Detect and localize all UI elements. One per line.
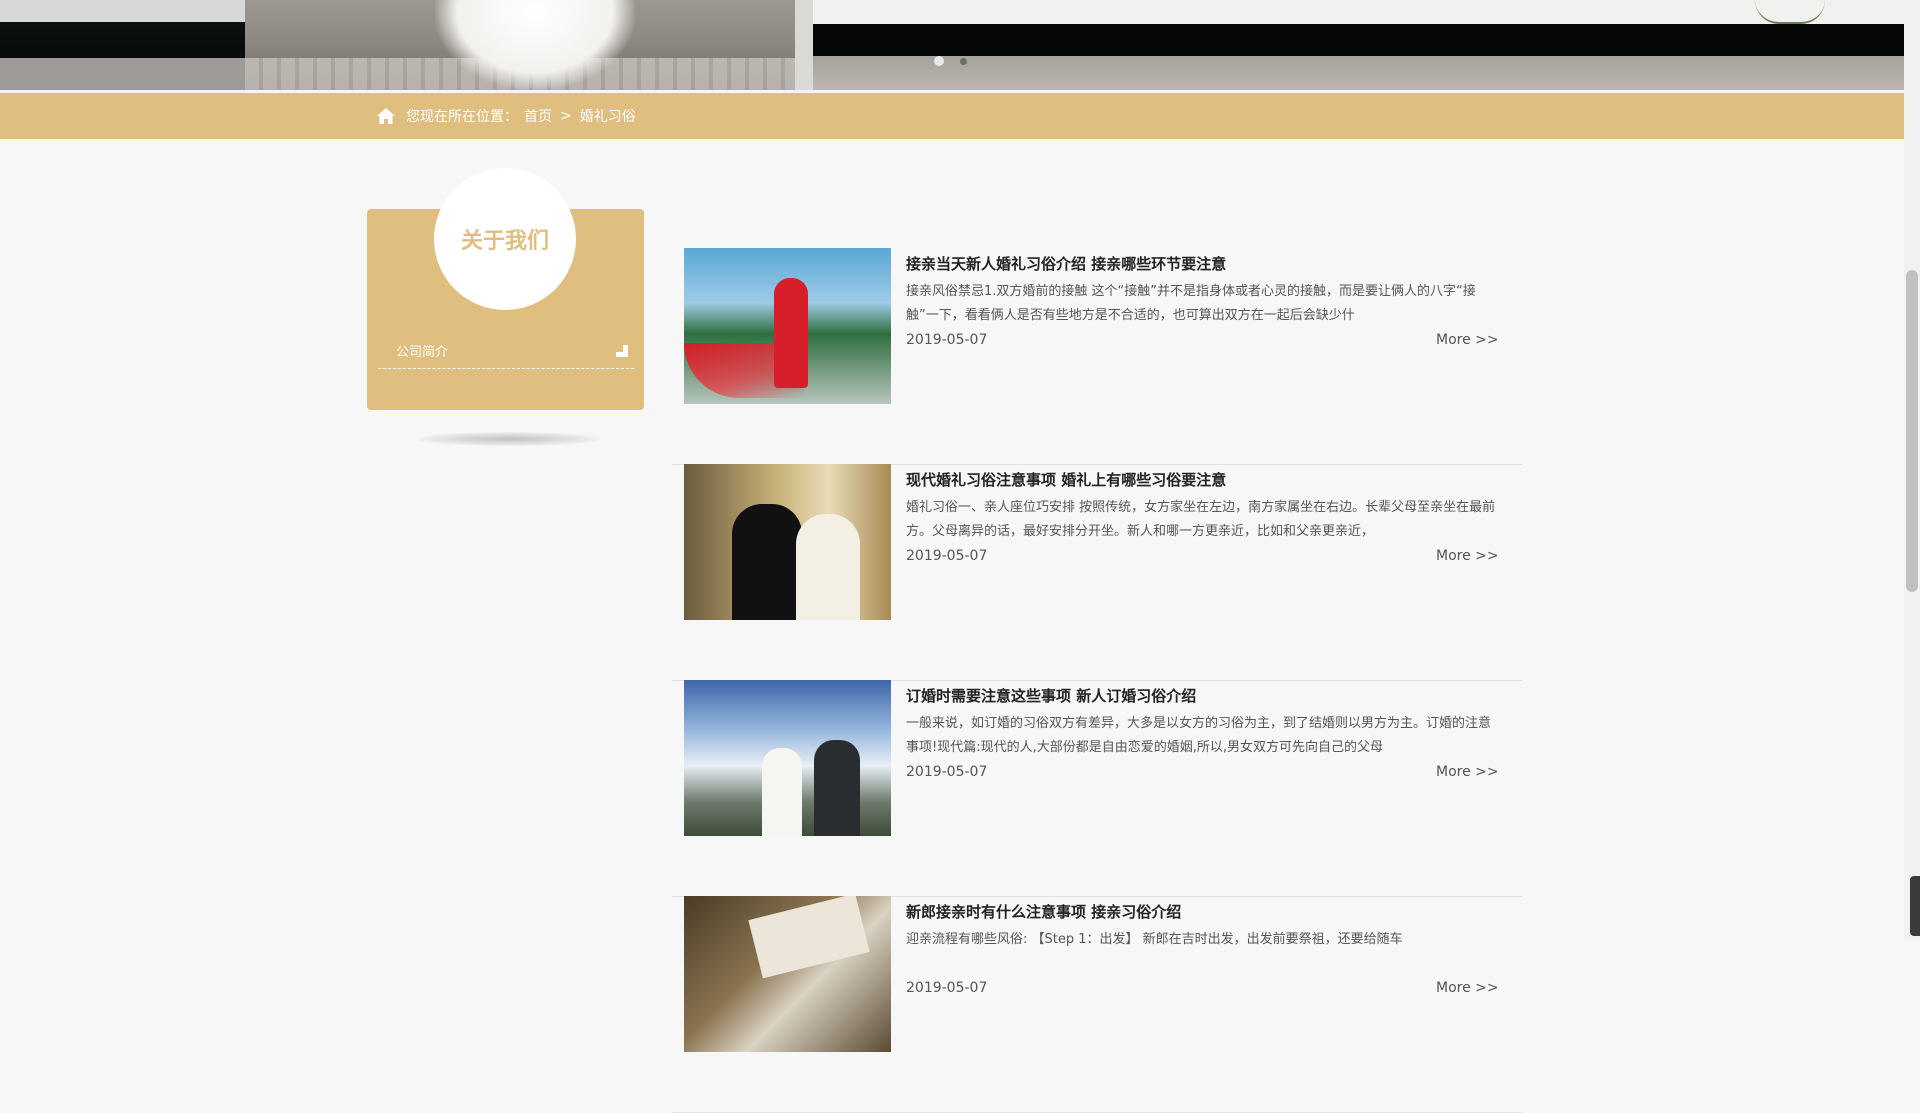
corner-arrow-icon: [616, 345, 628, 357]
article-excerpt: 迎亲流程有哪些风俗: 【Step 1：出发】 新郎在吉时出发，出发前要祭祖，还要…: [906, 932, 1403, 947]
home-icon: [377, 108, 395, 124]
banner-floor: [813, 56, 1904, 92]
banner-image-right: [813, 0, 1904, 92]
article-excerpt: 接亲风俗禁忌1.双方婚前的接触 这个“接触”并不是指身体或者心灵的接触，而是要让…: [906, 284, 1476, 323]
banner-wall: [0, 58, 245, 92]
article-date: 2019-05-07: [906, 980, 988, 996]
list-item[interactable]: 订婚时需要注意这些事项 新人订婚习俗介绍 一般来说，如订婚的习俗双方有差异，大多…: [672, 680, 1522, 897]
more-link[interactable]: More >>: [1436, 332, 1499, 348]
article-date: 2019-05-07: [906, 332, 988, 348]
scrollbar-thumb[interactable]: [1906, 270, 1918, 592]
thumb-groom: [814, 740, 860, 836]
article-title[interactable]: 新郎接亲时有什么注意事项 接亲习俗介绍: [906, 901, 1181, 922]
thumb-bride: [774, 278, 808, 388]
article-date: 2019-05-07: [906, 764, 988, 780]
article-thumbnail[interactable]: [684, 680, 891, 836]
list-item[interactable]: 现代婚礼习俗注意事项 婚礼上有哪些习俗要注意 婚礼习俗一、亲人座位巧安排 按照传…: [672, 464, 1522, 681]
article-date: 2019-05-07: [906, 548, 988, 564]
list-item[interactable]: 接亲当天新人婚礼习俗介绍 接亲哪些环节要注意 接亲风俗禁忌1.双方婚前的接触 这…: [672, 248, 1522, 465]
breadcrumb: 您现在所在位置： 首页 > 婚礼习俗: [376, 93, 636, 139]
sidebar-item-company-intro[interactable]: 公司简介: [378, 332, 634, 369]
more-link[interactable]: More >>: [1436, 764, 1499, 780]
more-link[interactable]: More >>: [1436, 548, 1499, 564]
carousel-dot-active[interactable]: [934, 56, 944, 66]
breadcrumb-bar: 您现在所在位置： 首页 > 婚礼习俗: [0, 93, 1904, 139]
banner-fog: [0, 0, 245, 22]
article-thumbnail[interactable]: [684, 248, 891, 404]
thumb-bride: [796, 514, 860, 620]
banner-image-left: [0, 0, 245, 92]
banner-image-bride: [245, 0, 813, 92]
sidebar-title: 关于我们: [460, 229, 549, 254]
banner-gown: [435, 0, 635, 90]
banner-edge: [0, 90, 1904, 92]
banner-sleeve: [795, 0, 813, 92]
more-link[interactable]: More >>: [1436, 980, 1499, 996]
banner-sky: [813, 0, 1904, 24]
article-thumbnail[interactable]: [684, 464, 891, 620]
floating-side-tab[interactable]: [1910, 876, 1920, 936]
thumb-bride: [762, 748, 802, 836]
list-item[interactable]: 新郎接亲时有什么注意事项 接亲习俗介绍 迎亲流程有哪些风俗: 【Step 1：出…: [672, 896, 1522, 1113]
thumb-gift-box: [748, 896, 870, 979]
breadcrumb-prefix: 您现在所在位置：: [406, 109, 518, 125]
sidebar-shadow: [418, 432, 600, 446]
breadcrumb-separator: >: [560, 108, 572, 124]
sidebar-item-label: 公司简介: [396, 344, 449, 360]
sidebar-title-circle: 关于我们: [434, 168, 576, 310]
article-excerpt: 一般来说，如订婚的习俗双方有差异，大多是以女方的习俗为主，到了结婚则以男方为主。…: [906, 716, 1492, 755]
hero-banner: [0, 0, 1904, 92]
article-thumbnail[interactable]: [684, 896, 891, 1052]
article-title[interactable]: 现代婚礼习俗注意事项 婚礼上有哪些习俗要注意: [906, 469, 1226, 490]
carousel-dot[interactable]: [960, 58, 967, 65]
page-scrollbar[interactable]: [1904, 0, 1920, 940]
breadcrumb-current[interactable]: 婚礼习俗: [580, 106, 636, 126]
article-title[interactable]: 接亲当天新人婚礼习俗介绍 接亲哪些环节要注意: [906, 253, 1226, 274]
article-excerpt: 婚礼习俗一、亲人座位巧安排 按照传统，女方家坐在左边，南方家属坐在右边。长辈父母…: [906, 500, 1496, 539]
breadcrumb-home-link[interactable]: 首页: [524, 106, 552, 126]
article-title[interactable]: 订婚时需要注意这些事项 新人订婚习俗介绍: [906, 685, 1196, 706]
thumb-groom: [732, 504, 802, 620]
